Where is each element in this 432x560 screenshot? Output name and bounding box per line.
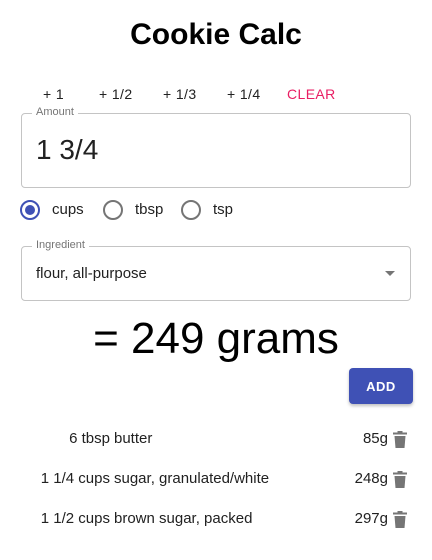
ingredient-select[interactable]: Ingredient flour, all-purpose bbox=[21, 239, 411, 301]
item-name: butter bbox=[114, 430, 153, 447]
radio-checked-icon bbox=[20, 200, 40, 220]
radio-label-cups: cups bbox=[52, 201, 84, 218]
list-item: 1 1/2 cups brown sugar, packed 297g bbox=[0, 500, 432, 540]
item-grams: 85g bbox=[362, 430, 388, 447]
trash-icon[interactable] bbox=[393, 471, 407, 488]
list-item: 1 1/4 cups sugar, granulated/white 248g bbox=[0, 460, 432, 500]
item-quantity: 1 1/4 cups bbox=[40, 470, 110, 487]
add-third-button[interactable]: + 1/3 bbox=[163, 86, 197, 102]
clear-button[interactable]: CLEAR bbox=[287, 86, 336, 102]
item-grams: 248g bbox=[354, 470, 388, 487]
fraction-buttons: + 1 + 1/2 + 1/3 + 1/4 CLEAR bbox=[0, 86, 432, 106]
radio-unchecked-icon bbox=[181, 200, 201, 220]
radio-unchecked-icon bbox=[103, 200, 123, 220]
radio-label-tsp: tsp bbox=[213, 201, 234, 218]
add-one-button[interactable]: + 1 bbox=[43, 86, 64, 102]
app-title: Cookie Calc bbox=[130, 18, 302, 51]
add-quarter-button[interactable]: + 1/4 bbox=[227, 86, 261, 102]
item-quantity: 6 tbsp bbox=[69, 430, 110, 447]
add-button[interactable]: ADD bbox=[349, 368, 413, 404]
amount-field[interactable]: Amount 1 3/4 bbox=[21, 106, 411, 188]
trash-icon[interactable] bbox=[393, 511, 407, 528]
amount-value[interactable]: 1 3/4 bbox=[36, 134, 98, 166]
add-half-button[interactable]: + 1/2 bbox=[99, 86, 133, 102]
item-quantity: 1 1/2 cups bbox=[40, 510, 110, 527]
trash-icon[interactable] bbox=[393, 431, 407, 448]
ingredient-value: flour, all-purpose bbox=[36, 265, 147, 282]
ingredient-label: Ingredient bbox=[32, 239, 89, 251]
result-text: = 249 grams bbox=[93, 314, 339, 363]
radio-label-tbsp: tbsp bbox=[135, 201, 164, 218]
item-name: sugar, granulated/white bbox=[114, 470, 270, 487]
ingredient-list: 6 tbsp butter 85g 1 1/4 cups sugar, gran… bbox=[0, 420, 432, 540]
list-item: 6 tbsp butter 85g bbox=[0, 420, 432, 460]
item-name: brown sugar, packed bbox=[114, 510, 253, 527]
dropdown-arrow-icon[interactable] bbox=[385, 271, 395, 276]
amount-label: Amount bbox=[32, 106, 78, 118]
item-grams: 297g bbox=[354, 510, 388, 527]
